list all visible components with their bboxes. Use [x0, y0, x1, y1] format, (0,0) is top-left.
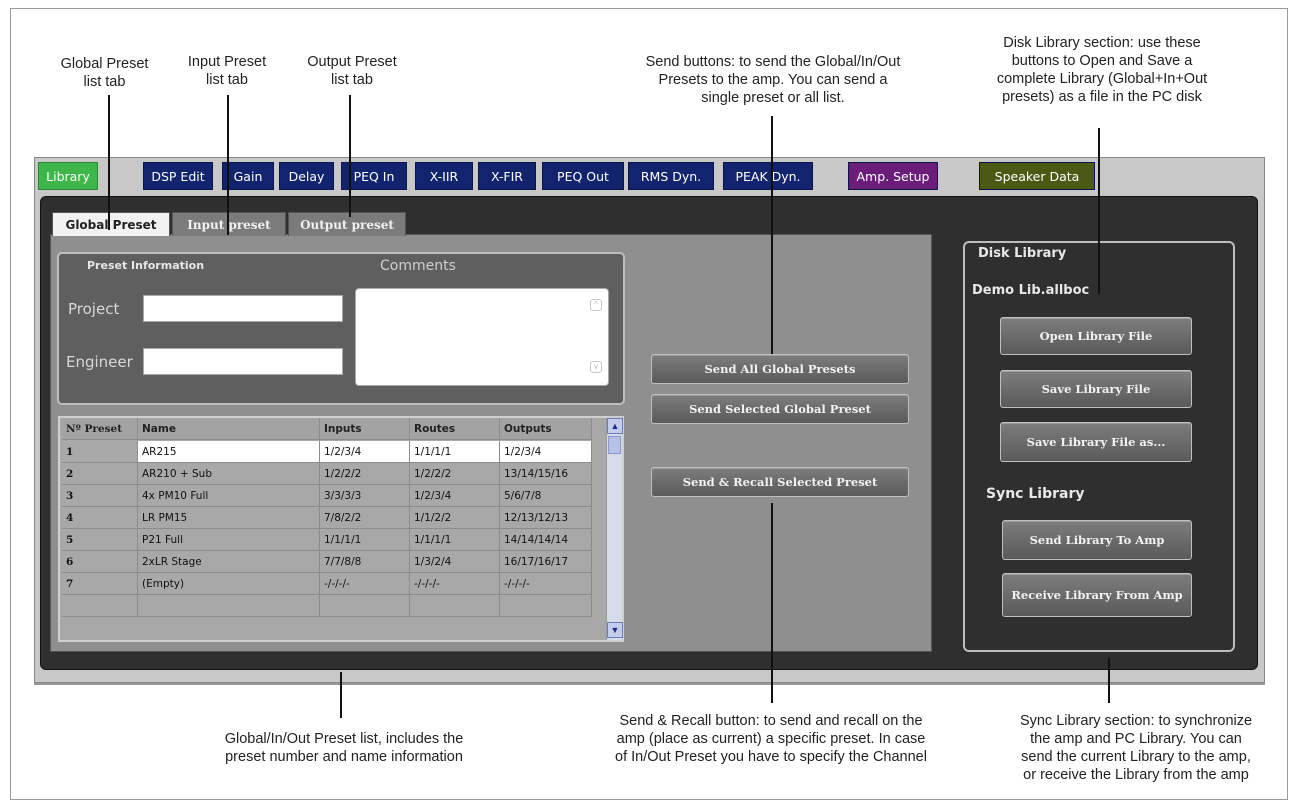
- tab-delay[interactable]: Delay: [279, 162, 334, 190]
- sync-library-title: Sync Library: [986, 486, 1085, 502]
- tab-speaker-data[interactable]: Speaker Data: [979, 162, 1095, 190]
- tab-x-fir[interactable]: X-FIR: [478, 162, 536, 190]
- annotation-sync-library: Sync Library section: to synchronize the…: [1019, 713, 1253, 783]
- tab-gain[interactable]: Gain: [222, 162, 274, 190]
- save-library-file-button[interactable]: Save Library File: [1000, 370, 1192, 408]
- leader-line: [1108, 658, 1110, 703]
- subtab-input-preset[interactable]: Input preset: [172, 212, 286, 236]
- send-library-to-amp-button[interactable]: Send Library To Amp: [1002, 520, 1192, 560]
- library-filename: Demo Lib.allboc: [972, 283, 1090, 298]
- send-selected-global-preset-button[interactable]: Send Selected Global Preset: [651, 394, 909, 424]
- subtab-output-preset[interactable]: Output preset: [288, 212, 406, 236]
- table-row[interactable]: [62, 595, 592, 617]
- table-row[interactable]: 3 4x PM10 Full 3/3/3/3 1/2/3/4 5/6/7/8: [62, 485, 592, 507]
- scroll-up-icon[interactable]: ^: [590, 299, 602, 311]
- subtab-global-preset[interactable]: Global Preset: [52, 212, 170, 236]
- engineer-label: Engineer: [66, 353, 133, 371]
- annotation-global-tab: Global Preset list tab: [60, 56, 149, 90]
- tab-amp-setup[interactable]: Amp. Setup: [848, 162, 938, 190]
- table-row[interactable]: 2 AR210 + Sub 1/2/2/2 1/2/2/2 13/14/15/1…: [62, 463, 592, 485]
- send-all-global-presets-button[interactable]: Send All Global Presets: [651, 354, 909, 384]
- scroll-up-icon[interactable]: ▲: [607, 418, 623, 434]
- leader-line: [340, 672, 342, 718]
- preset-list-table: Nº Preset Name Inputs Routes Outputs 1 A…: [58, 416, 624, 642]
- header-preset-number: Nº Preset: [62, 418, 138, 440]
- disk-library-title: Disk Library: [978, 246, 1067, 261]
- scroll-down-icon[interactable]: v: [590, 361, 602, 373]
- send-recall-selected-preset-button[interactable]: Send & Recall Selected Preset: [651, 467, 909, 497]
- comments-field[interactable]: ^ v: [355, 288, 609, 386]
- header-name: Name: [138, 418, 320, 440]
- tab-peq-out[interactable]: PEQ Out: [542, 162, 624, 190]
- table-row[interactable]: 4 LR PM15 7/8/2/2 1/1/2/2 12/13/12/13: [62, 507, 592, 529]
- annotation-disk-library: Disk Library section: use these buttons …: [996, 35, 1208, 105]
- header-outputs: Outputs: [500, 418, 592, 440]
- receive-library-from-amp-button[interactable]: Receive Library From Amp: [1002, 573, 1192, 617]
- project-field[interactable]: [143, 295, 343, 322]
- tab-peak-dyn[interactable]: PEAK Dyn.: [723, 162, 813, 190]
- leader-line: [227, 95, 229, 235]
- leader-line: [108, 95, 110, 230]
- annotation-output-tab: Output Preset list tab: [307, 54, 397, 88]
- table-row[interactable]: 1 AR215 1/2/3/4 1/1/1/1 1/2/3/4: [62, 441, 592, 463]
- save-library-file-as-button[interactable]: Save Library File as...: [1000, 422, 1192, 462]
- scroll-down-icon[interactable]: ▼: [607, 622, 623, 638]
- leader-line: [771, 503, 773, 703]
- tab-library[interactable]: Library: [38, 162, 98, 190]
- engineer-field[interactable]: [143, 348, 343, 375]
- comments-label: Comments: [380, 258, 456, 274]
- annotation-send-buttons: Send buttons: to send the Global/In/Out …: [645, 54, 901, 106]
- table-header: Nº Preset Name Inputs Routes Outputs: [62, 418, 592, 440]
- table-row[interactable]: 7 (Empty) -/-/-/- -/-/-/- -/-/-/-: [62, 573, 592, 595]
- tab-dsp-edit[interactable]: DSP Edit: [143, 162, 213, 190]
- project-label: Project: [68, 300, 120, 318]
- table-row[interactable]: 6 2xLR Stage 7/7/8/8 1/3/2/4 16/17/16/17: [62, 551, 592, 573]
- scrollbar-thumb[interactable]: [608, 436, 621, 454]
- table-scrollbar[interactable]: ▲ ▼: [606, 418, 623, 640]
- preset-information-title: Preset Information: [87, 259, 205, 272]
- open-library-file-button[interactable]: Open Library File: [1000, 317, 1192, 355]
- annotation-input-tab: Input Preset list tab: [187, 54, 267, 88]
- annotation-send-recall: Send & Recall button: to send and recall…: [615, 713, 927, 765]
- leader-line: [771, 116, 773, 354]
- tab-rms-dyn[interactable]: RMS Dyn.: [628, 162, 714, 190]
- table-row[interactable]: 5 P21 Full 1/1/1/1 1/1/1/1 14/14/14/14: [62, 529, 592, 551]
- annotation-preset-list: Global/In/Out Preset list, includes the …: [224, 731, 464, 765]
- header-routes: Routes: [410, 418, 500, 440]
- tab-x-iir[interactable]: X-IIR: [415, 162, 473, 190]
- header-inputs: Inputs: [320, 418, 410, 440]
- leader-line: [1098, 128, 1100, 294]
- window-bottom-edge: [34, 683, 1265, 685]
- leader-line: [349, 95, 351, 217]
